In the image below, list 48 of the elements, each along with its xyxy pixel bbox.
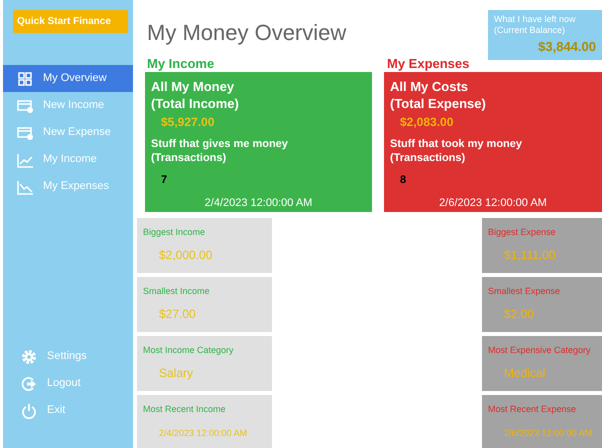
transaction-count: 7 xyxy=(161,173,168,188)
stat-value: Medical xyxy=(504,364,546,382)
section-heading: My Expenses xyxy=(387,56,470,72)
nav-item[interactable]: My Expenses xyxy=(3,173,133,200)
stat-value: $1,111.00 xyxy=(504,246,557,264)
stat-value: Salary xyxy=(159,364,194,382)
page-title: My Money Overview xyxy=(147,19,346,47)
stat-label: Most Recent Income xyxy=(143,403,227,416)
nav-item[interactable]: New Expense xyxy=(3,119,133,146)
settings-icon xyxy=(21,348,37,364)
stat-label: Smallest Income xyxy=(143,285,211,298)
stat-label: Biggest Income xyxy=(143,226,206,239)
transactions-label: Stuff that gives me money (Transactions) xyxy=(151,137,289,165)
grid-icon xyxy=(17,70,33,86)
total-label: All My Costs (Total Expense) xyxy=(390,78,487,112)
balance-label: What I have left now (Current Balance) xyxy=(494,14,577,36)
app-logo[interactable]: Quick Start Finance xyxy=(13,10,128,33)
stat-value: $27.00 xyxy=(159,306,197,322)
nav-item[interactable]: Settings xyxy=(3,343,133,370)
card-icon xyxy=(17,98,33,114)
nav-item[interactable]: My Income xyxy=(3,146,133,173)
total-label: All My Money (Total Income) xyxy=(151,78,240,112)
card-icon xyxy=(17,124,33,140)
total-amount: $5,927.00 xyxy=(161,114,216,131)
stat-label: Most Expensive Category xyxy=(488,344,592,357)
nav-item[interactable]: New Income xyxy=(3,92,133,119)
power-icon xyxy=(21,402,37,418)
stat-value: 2/6/2023 12:00:00 AM xyxy=(504,426,594,440)
stat-label: Smallest Expense xyxy=(488,285,562,298)
balance-amount: $3,844.00 xyxy=(537,38,596,56)
stat-label: Most Income Category xyxy=(143,344,235,357)
stat-value: $2,000.00 xyxy=(159,246,214,264)
nav-item[interactable]: Exit xyxy=(3,397,133,424)
transaction-count: 8 xyxy=(400,173,408,188)
total-amount: $2,083.00 xyxy=(400,114,454,131)
stat-label: Biggest Expense xyxy=(488,226,557,239)
stat-label: Most Recent Expense xyxy=(488,403,578,416)
stat-value: $2.00 xyxy=(504,306,536,322)
nav-item[interactable]: My Overview xyxy=(3,65,133,92)
stat-value: 2/4/2023 12:00:00 AM xyxy=(159,426,248,440)
transactions-label: Stuff that took my money (Transactions) xyxy=(390,137,524,165)
date-label: 2/6/2023 12:00:00 AM xyxy=(438,196,548,210)
line-chart-icon xyxy=(17,152,33,168)
nav-item[interactable]: Logout xyxy=(3,370,133,397)
logout-icon xyxy=(21,376,37,392)
section-heading: My Income xyxy=(147,56,216,72)
line-chart-icon xyxy=(17,178,33,194)
date-label: 2/4/2023 12:00:00 AM xyxy=(204,196,314,210)
